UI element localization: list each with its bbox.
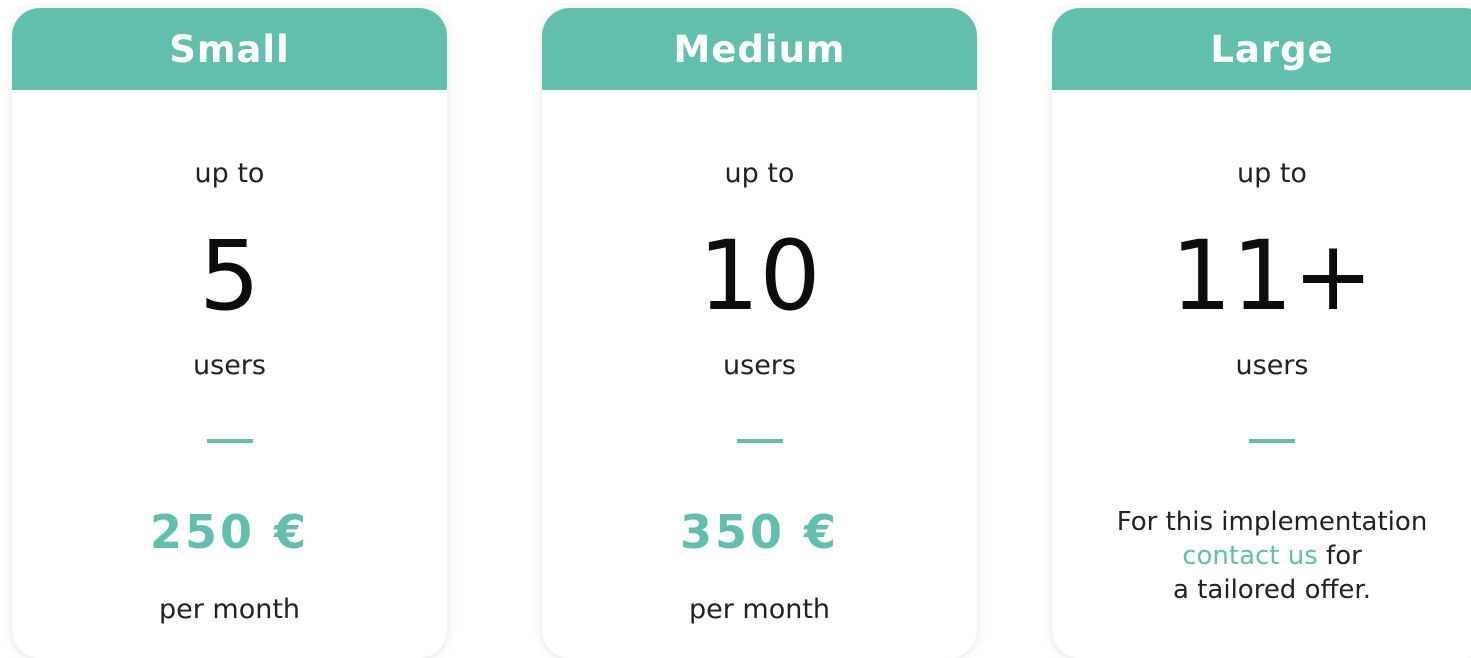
users-label: users: [193, 350, 266, 381]
plan-card-medium: Medium up to 10 users 350 € per month: [542, 8, 977, 658]
up-to-label: up to: [1237, 158, 1307, 189]
up-to-label: up to: [724, 158, 795, 189]
user-count: 10: [698, 220, 821, 332]
price: 250 €: [149, 505, 310, 559]
price: 350 €: [679, 505, 840, 559]
users-label: users: [723, 350, 796, 381]
contact-us-link[interactable]: contact us: [1182, 541, 1318, 571]
period-label: per month: [688, 594, 831, 625]
plan-title-medium: Medium: [542, 8, 977, 90]
user-count: 11+: [1170, 220, 1374, 332]
users-label: users: [1235, 350, 1309, 381]
offer-line-3: a tailored offer.: [1173, 575, 1371, 605]
divider: [1249, 439, 1295, 443]
user-count: 5: [198, 220, 261, 332]
offer-text: For this implementation contact us for a…: [1052, 505, 1471, 607]
offer-line-1: For this implementation: [1116, 507, 1428, 537]
offer-line-2: contact us for: [1052, 539, 1471, 573]
divider: [206, 439, 253, 443]
plan-title-small: Small: [12, 8, 447, 90]
offer-line-2-suffix: for: [1317, 541, 1362, 571]
up-to-label: up to: [194, 158, 265, 189]
divider: [736, 439, 783, 443]
plan-title-large: Large: [1052, 8, 1471, 90]
plan-card-large: Large up to 11+ users For this implement…: [1052, 8, 1471, 658]
period-label: per month: [158, 594, 301, 625]
plan-card-small: Small up to 5 users 250 € per month: [12, 8, 447, 658]
